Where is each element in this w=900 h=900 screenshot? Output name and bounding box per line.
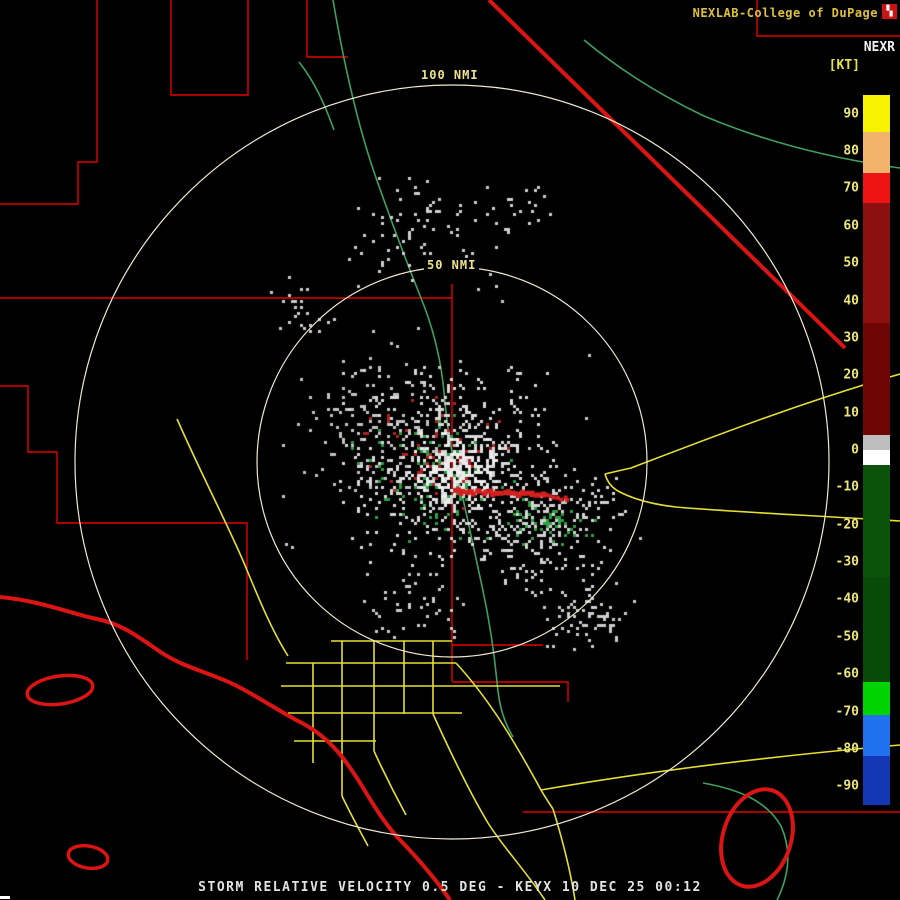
county-borders	[0, 0, 98, 205]
colorbar-segment	[863, 450, 890, 465]
colorbar-segment	[863, 756, 890, 805]
radar-viewport: 100 NMI 50 NMI NEXLAB-College of DuPage …	[0, 0, 900, 900]
roads	[176, 418, 289, 657]
range-ring	[256, 266, 648, 658]
colorbar-segment	[863, 173, 890, 204]
colorbar-tick-label: 0	[851, 442, 859, 458]
roads	[604, 467, 632, 475]
colorbar-segment	[863, 681, 890, 716]
colorbar-segment	[863, 132, 890, 174]
radar-echoes-canvas	[0, 0, 900, 900]
lake-outline	[25, 673, 95, 707]
county-borders	[0, 385, 248, 660]
colorbar-tick-label: 10	[843, 405, 859, 421]
colorbar-tick-label: -90	[835, 778, 859, 794]
colorbar-tick-label: -20	[835, 517, 859, 533]
colorbar-segment	[863, 577, 890, 682]
roads	[341, 795, 369, 847]
corner-mark	[0, 896, 10, 899]
colorbar-segment	[863, 95, 890, 133]
lake-outline	[719, 787, 795, 889]
colorbar-tick-label: -10	[835, 479, 859, 495]
colorbar-tick-label: 70	[843, 180, 859, 196]
colorbar-ticks: 90 80 70 60 50 40 30 20 10 0 -10 -20 -30 -40 -50 -60 -70…	[825, 95, 859, 805]
colorbar-segment	[863, 435, 890, 450]
colorbar-tick-label: 60	[843, 218, 859, 234]
county-borders	[306, 0, 348, 58]
colorbar-tick-label: -40	[835, 591, 859, 607]
colorbar-segment	[863, 322, 890, 436]
county-borders	[170, 0, 249, 96]
colorbar-tick-label: -60	[835, 666, 859, 682]
product-label: NEXR	[863, 40, 895, 55]
lake-outline	[66, 843, 110, 871]
nexlab-brand-text: NEXLAB-College of DuPage	[692, 6, 878, 20]
county-borders	[452, 681, 569, 702]
rivers	[298, 61, 335, 131]
major-highways	[0, 595, 452, 900]
colorbar-segment	[863, 464, 890, 578]
units-label: [KT]	[828, 58, 860, 73]
roads	[432, 713, 546, 900]
status-bar-text: STORM RELATIVE VELOCITY 0.5 DEG - KEYX 1…	[198, 880, 702, 895]
rings-svg	[74, 84, 830, 840]
colorbar-tick-label: 20	[843, 367, 859, 383]
map-svg	[0, 0, 900, 900]
roads	[455, 662, 554, 810]
roads	[373, 750, 407, 816]
colorbar-segment	[863, 715, 890, 757]
roads	[630, 373, 900, 469]
colorbar-tick-label: 90	[843, 106, 859, 122]
colorbar	[863, 95, 890, 805]
range-ring	[74, 84, 830, 840]
rivers	[332, 0, 514, 738]
colorbar-tick-label: -80	[835, 741, 859, 757]
range-ring-label-100nmi: 100 NMI	[418, 68, 482, 82]
major-highways	[487, 0, 847, 350]
colorbar-segment	[863, 203, 890, 323]
colorbar-tick-label: -50	[835, 629, 859, 645]
nexlab-logo-icon: ▚	[882, 4, 897, 19]
colorbar-tick-label: 30	[843, 330, 859, 346]
colorbar-tick-label: -30	[835, 554, 859, 570]
colorbar-tick-label: 50	[843, 255, 859, 271]
colorbar-tick-label: -70	[835, 704, 859, 720]
range-ring-label-50nmi: 50 NMI	[424, 258, 480, 272]
colorbar-tick-label: 40	[843, 293, 859, 309]
colorbar-tick-label: 80	[843, 143, 859, 159]
